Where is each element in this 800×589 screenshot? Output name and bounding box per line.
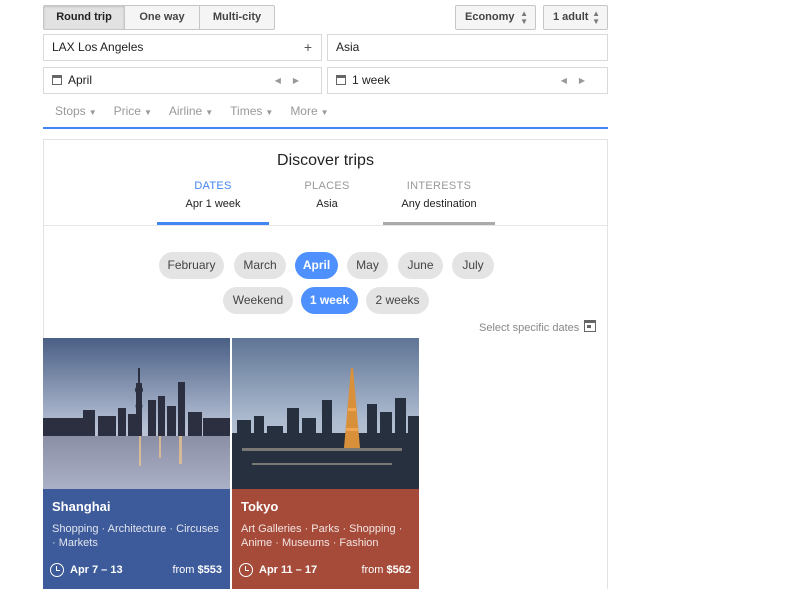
caret-down-icon: ▼ bbox=[320, 108, 329, 117]
caret-down-icon: ▼ bbox=[143, 108, 152, 117]
price-prefix: from bbox=[361, 564, 384, 576]
filter-label: More bbox=[290, 104, 318, 118]
duration-chip-weekend[interactable]: Weekend bbox=[223, 287, 293, 314]
prev-next-arrows-icon[interactable]: ◀▶ bbox=[275, 68, 311, 93]
round-trip-button[interactable]: Round trip bbox=[44, 6, 125, 29]
clock-icon bbox=[239, 563, 253, 577]
destination-card-tokyo[interactable]: Tokyo Art Galleries · Parks · Shopping ·… bbox=[232, 338, 419, 589]
price-value: $553 bbox=[197, 564, 222, 576]
shanghai-skyline-photo bbox=[43, 338, 230, 489]
card-tags: Art Galleries · Parks · Shopping · Anime… bbox=[241, 523, 403, 549]
card-date-range: Apr 11 – 17 bbox=[259, 564, 318, 576]
card-tags: Shopping · Architecture · Circuses · Mar… bbox=[52, 523, 219, 549]
filter-label: Times bbox=[230, 104, 263, 118]
price-prefix: from bbox=[172, 564, 195, 576]
add-origin-icon[interactable]: + bbox=[304, 35, 312, 60]
calendar-icon bbox=[336, 75, 346, 85]
departure-value: April bbox=[68, 73, 93, 87]
tab-divider bbox=[44, 225, 607, 226]
passengers-value: 1 adult bbox=[553, 11, 589, 23]
card-city: Tokyo bbox=[241, 499, 279, 514]
tokyo-skyline-photo bbox=[232, 338, 419, 489]
tab-value: Apr 1 week bbox=[185, 198, 241, 210]
month-chip-february[interactable]: February bbox=[159, 252, 224, 279]
caret-down-icon: ▼ bbox=[88, 108, 97, 117]
tab-value: Asia bbox=[316, 198, 338, 210]
card-info: Tokyo Art Galleries · Parks · Shopping ·… bbox=[232, 489, 419, 589]
filter-times[interactable]: Times ▼ bbox=[230, 104, 273, 118]
origin-field[interactable]: LAX Los Angeles + bbox=[43, 34, 322, 61]
select-specific-dates[interactable]: Select specific dates bbox=[479, 320, 597, 334]
price-value: $562 bbox=[386, 564, 411, 576]
calendar-icon bbox=[52, 75, 62, 85]
accent-divider bbox=[43, 127, 608, 129]
card-info: Shanghai Shopping · Architecture · Circu… bbox=[43, 489, 230, 589]
tab-label: INTERESTS bbox=[406, 180, 472, 192]
one-way-button[interactable]: One way bbox=[125, 6, 200, 29]
cabin-class-value: Economy bbox=[465, 11, 515, 23]
month-chip-march[interactable]: March bbox=[234, 252, 286, 279]
destination-field[interactable]: Asia bbox=[327, 34, 608, 61]
month-chip-april[interactable]: April bbox=[295, 252, 338, 279]
calendar-icon bbox=[584, 320, 597, 332]
panel-title: Discover trips bbox=[277, 152, 374, 169]
filter-label: Stops bbox=[55, 104, 86, 118]
tab-value: Any destination bbox=[401, 198, 477, 210]
filter-more[interactable]: More ▼ bbox=[290, 104, 328, 118]
filter-airline[interactable]: Airline ▼ bbox=[169, 104, 213, 118]
updown-arrows-icon: ▲ ▼ bbox=[592, 8, 600, 26]
card-city: Shanghai bbox=[52, 499, 111, 514]
select-specific-dates-label: Select specific dates bbox=[479, 322, 580, 334]
card-dates: Apr 11 – 17 bbox=[239, 563, 317, 577]
multi-city-button[interactable]: Multi-city bbox=[200, 6, 274, 29]
caret-down-icon: ▼ bbox=[205, 108, 214, 117]
month-chip-june[interactable]: June bbox=[398, 252, 443, 279]
filter-bar: Stops ▼ Price ▼ Airline ▼ Times ▼ More ▼ bbox=[55, 104, 329, 118]
duration-value: 1 week bbox=[352, 73, 391, 87]
tab-dates[interactable]: DATES Apr 1 week bbox=[157, 180, 269, 225]
filter-label: Airline bbox=[168, 104, 203, 118]
filter-label: Price bbox=[113, 104, 141, 118]
duration-chip-1-week[interactable]: 1 week bbox=[301, 287, 358, 314]
filter-stops[interactable]: Stops ▼ bbox=[55, 104, 97, 118]
card-dates: Apr 7 – 13 bbox=[50, 563, 123, 577]
card-price: from $562 bbox=[361, 564, 411, 576]
card-date-range: Apr 7 – 13 bbox=[70, 564, 123, 576]
departure-date-field[interactable]: April ◀▶ bbox=[43, 67, 322, 94]
clock-icon bbox=[50, 563, 64, 577]
tab-label: DATES bbox=[194, 180, 232, 192]
trip-type-selector: Round trip One way Multi-city bbox=[43, 5, 275, 30]
tab-interests[interactable]: INTERESTS Any destination bbox=[383, 180, 495, 225]
trip-duration-field[interactable]: 1 week ◀▶ bbox=[327, 67, 608, 94]
caret-down-icon: ▼ bbox=[265, 108, 274, 117]
updown-arrows-icon: ▲ ▼ bbox=[520, 8, 528, 26]
cabin-class-select[interactable]: Economy ▲ ▼ bbox=[455, 5, 536, 30]
prev-next-arrows-icon[interactable]: ◀▶ bbox=[561, 68, 597, 93]
month-chip-may[interactable]: May bbox=[347, 252, 388, 279]
origin-value: LAX Los Angeles bbox=[52, 40, 144, 54]
passengers-select[interactable]: 1 adult ▲ ▼ bbox=[543, 5, 608, 30]
month-chip-july[interactable]: July bbox=[452, 252, 494, 279]
duration-chip-2-weeks[interactable]: 2 weeks bbox=[366, 287, 429, 314]
destination-value: Asia bbox=[336, 40, 360, 54]
destination-card-shanghai[interactable]: Shanghai Shopping · Architecture · Circu… bbox=[43, 338, 230, 589]
tab-label: PLACES bbox=[304, 180, 350, 192]
tab-places[interactable]: PLACES Asia bbox=[271, 180, 383, 225]
filter-price[interactable]: Price ▼ bbox=[114, 104, 152, 118]
card-price: from $553 bbox=[172, 564, 222, 576]
